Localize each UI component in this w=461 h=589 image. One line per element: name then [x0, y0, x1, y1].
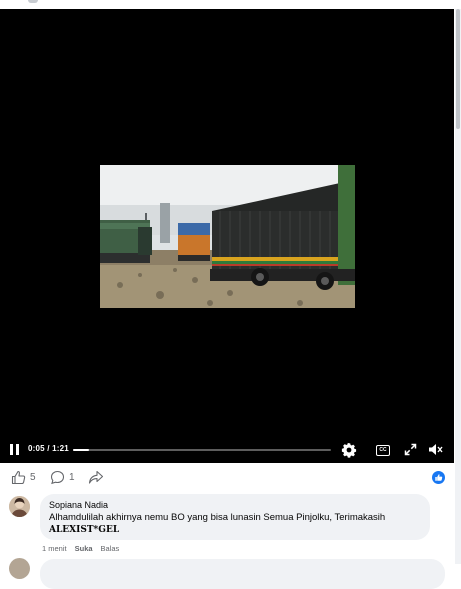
comment-reply-button[interactable]: Balas — [101, 544, 120, 553]
like-count: 5 — [30, 471, 36, 483]
expand-icon — [404, 443, 417, 456]
scrollbar-thumb[interactable] — [456, 9, 460, 129]
captions-button[interactable]: CC — [376, 445, 390, 456]
comment-action[interactable]: 1 — [50, 466, 75, 488]
mute-button[interactable] — [428, 443, 443, 456]
pause-button[interactable] — [10, 444, 20, 455]
progress-fill — [73, 449, 89, 451]
comment-time[interactable]: 1 menit — [42, 544, 67, 553]
like-reaction-badge[interactable] — [432, 471, 445, 484]
video-player[interactable]: 0:05 / 1:21 CC — [0, 9, 454, 463]
comment-bubble-icon — [50, 470, 65, 484]
comment-bubble: Sopiana Nadia Alhamdulilah akhirnya nemu… — [40, 494, 430, 540]
top-strip — [0, 0, 461, 9]
comment-tag: ALEXIST*GEL — [49, 525, 120, 535]
speaker-muted-icon — [429, 444, 443, 455]
share-arrow-icon — [88, 470, 104, 484]
comment-like-button[interactable]: Suka — [75, 544, 93, 553]
avatar[interactable] — [9, 496, 30, 517]
comment-meta: 1 menit Suka Balas — [42, 544, 127, 554]
video-frame[interactable] — [100, 165, 355, 308]
previous-post-fragment — [28, 0, 38, 3]
reaction-bar: 5 1 — [0, 466, 454, 488]
thumbs-up-icon — [435, 474, 443, 481]
time-display: 0:05 / 1:21 — [28, 444, 69, 453]
settings-button[interactable] — [341, 442, 357, 458]
page-scrollbar[interactable] — [455, 9, 461, 564]
comment-text: Alhamdulilah akhirnya nemu BO yang bisa … — [49, 512, 386, 523]
total-time: 1:21 — [52, 444, 69, 453]
pause-icon — [10, 444, 13, 455]
share-action[interactable] — [88, 466, 104, 488]
comment-author[interactable]: Sopiana Nadia — [49, 500, 108, 510]
avatar — [9, 558, 30, 579]
progress-bar[interactable] — [73, 449, 331, 451]
current-time: 0:05 — [28, 444, 45, 453]
avatar-photo — [9, 496, 30, 517]
comment-count: 1 — [69, 471, 75, 483]
like-action[interactable]: 5 — [11, 466, 36, 488]
cc-icon: CC — [379, 447, 387, 453]
player-controls: 0:05 / 1:21 CC — [0, 437, 454, 463]
video-frame-image — [100, 165, 355, 308]
gear-icon — [341, 442, 357, 458]
thumbs-up-icon — [11, 470, 26, 484]
next-comment-peek — [7, 557, 447, 589]
fullscreen-button[interactable] — [404, 443, 417, 456]
